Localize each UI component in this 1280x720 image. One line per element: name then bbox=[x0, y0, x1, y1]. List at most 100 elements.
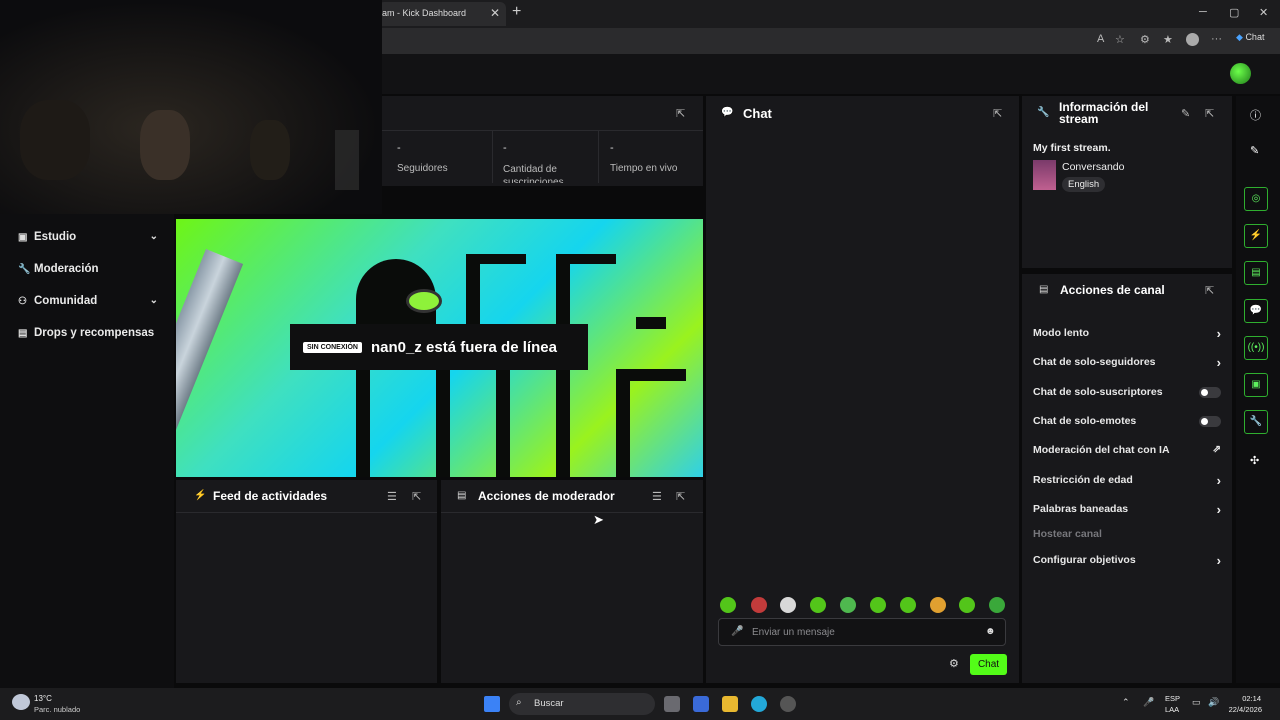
sidebar-item-comunidad[interactable]: ⚇ Comunidad ⌄ bbox=[18, 295, 158, 313]
clipboard-rail-icon[interactable]: ▤ bbox=[1244, 261, 1268, 285]
broadcast-rail-icon[interactable]: ((•)) bbox=[1244, 336, 1268, 360]
tab-title: am - Kick Dashboard bbox=[382, 8, 467, 18]
profile-icon[interactable] bbox=[1186, 33, 1199, 46]
emote-icon[interactable] bbox=[870, 597, 886, 613]
emote-icon[interactable] bbox=[959, 597, 975, 613]
wrench-icon: 🔧 bbox=[1037, 107, 1050, 118]
emote-icon[interactable] bbox=[810, 597, 826, 613]
maximize-button[interactable]: ▢ bbox=[1229, 6, 1239, 19]
browser-tab[interactable]: am - Kick Dashboard bbox=[378, 2, 506, 26]
emote-icon[interactable] bbox=[840, 597, 856, 613]
favorites-icon[interactable]: ★ bbox=[1163, 33, 1173, 46]
send-chat-button[interactable]: Chat bbox=[970, 654, 1007, 675]
emotes-only-row: Chat de solo-emotes bbox=[1033, 415, 1223, 427]
windows-start-icon[interactable] bbox=[484, 696, 500, 712]
info-icon[interactable]: ⓘ bbox=[1250, 107, 1261, 123]
emote-icon[interactable] bbox=[930, 597, 946, 613]
read-aloud-icon[interactable]: A bbox=[1097, 33, 1104, 45]
row-label: Chat de solo-emotes bbox=[1033, 415, 1137, 427]
banned-words-row[interactable]: Palabras baneadas › bbox=[1033, 502, 1223, 517]
volume-icon[interactable]: 🔊 bbox=[1208, 697, 1219, 708]
chevron-right-icon: › bbox=[1216, 355, 1221, 370]
divider bbox=[176, 512, 437, 513]
emote-icon[interactable] bbox=[989, 597, 1005, 613]
age-restriction-row[interactable]: Restricción de edad › bbox=[1033, 473, 1223, 488]
goals-row[interactable]: Configurar objetivos › bbox=[1033, 553, 1223, 568]
microphone-icon[interactable]: 🎤 bbox=[731, 626, 743, 637]
camera-rail-icon[interactable]: ◎ bbox=[1244, 187, 1268, 211]
file-explorer-icon[interactable] bbox=[722, 696, 738, 712]
subs-only-toggle[interactable] bbox=[1199, 387, 1221, 398]
mod-actions-panel bbox=[441, 480, 703, 683]
bolt-rail-icon[interactable]: ⚡ bbox=[1244, 224, 1268, 248]
task-view-icon[interactable] bbox=[664, 696, 680, 712]
lang-code[interactable]: ESP bbox=[1165, 694, 1180, 703]
channel-rail-icon[interactable]: ▣ bbox=[1244, 373, 1268, 397]
sidebar-item-label: Estudio bbox=[34, 231, 77, 243]
network-icon[interactable]: ▭ bbox=[1192, 697, 1201, 708]
webcam-overlay bbox=[0, 0, 382, 214]
sidebar-item-estudio[interactable]: ▣ Estudio ⌄ bbox=[18, 231, 158, 249]
chevron-right-icon: › bbox=[1216, 326, 1221, 341]
chevron-right-icon: › bbox=[1216, 553, 1221, 568]
sidebar-item-moderacion[interactable]: 🔧 Moderación bbox=[18, 263, 158, 281]
popout-icon[interactable]: ⇱ bbox=[676, 490, 685, 503]
settings-gear-icon[interactable]: ⚙ bbox=[949, 657, 959, 670]
filter-icon[interactable]: ☰ bbox=[652, 490, 662, 503]
wrench-rail-icon[interactable]: 🔧 bbox=[1244, 410, 1268, 434]
new-tab-icon[interactable]: + bbox=[512, 3, 521, 21]
taskbar-search[interactable] bbox=[509, 693, 655, 715]
popout-icon[interactable]: ⇱ bbox=[412, 490, 421, 503]
emote-icon[interactable] bbox=[900, 597, 916, 613]
more-menu-icon[interactable]: ··· bbox=[1211, 33, 1222, 45]
pencil-icon[interactable]: ✎ bbox=[1250, 144, 1259, 157]
sidebar-item-drops[interactable]: ▤ Drops y recompensas bbox=[18, 327, 158, 345]
popout-icon[interactable]: ⇱ bbox=[1205, 107, 1214, 120]
copilot-chat-button[interactable]: ◆ Chat bbox=[1236, 32, 1264, 43]
weather-icon[interactable] bbox=[12, 694, 30, 710]
user-avatar[interactable] bbox=[1230, 63, 1251, 84]
edit-pencil-icon[interactable]: ✎ bbox=[1181, 107, 1190, 120]
studio-icon: ▣ bbox=[18, 232, 28, 243]
chevron-up-icon[interactable]: ⌃ bbox=[1122, 697, 1130, 708]
channel-actions-title: Acciones de canal bbox=[1060, 283, 1165, 297]
apps-icon[interactable]: ✣ bbox=[1250, 454, 1259, 467]
emote-icon[interactable] bbox=[751, 597, 767, 613]
followers-only-row[interactable]: Chat de solo-seguidores › bbox=[1033, 355, 1223, 370]
emotes-only-toggle[interactable] bbox=[1199, 416, 1221, 427]
emote-icon[interactable] bbox=[720, 597, 736, 613]
extensions-icon[interactable]: ⚙ bbox=[1140, 33, 1150, 46]
close-window-button[interactable]: ✕ bbox=[1259, 6, 1268, 19]
divider bbox=[382, 130, 703, 131]
store-icon[interactable] bbox=[693, 696, 709, 712]
chat-rail-icon[interactable]: 💬 bbox=[1244, 299, 1268, 323]
filter-icon[interactable]: ☰ bbox=[387, 490, 397, 503]
app-icon[interactable] bbox=[780, 696, 796, 712]
slow-mode-row[interactable]: Modo lento › bbox=[1033, 326, 1223, 341]
divider bbox=[598, 131, 599, 183]
sidebar-item-label: Drops y recompensas bbox=[34, 327, 155, 339]
chat-panel bbox=[706, 96, 1019, 683]
emote-icon[interactable] bbox=[780, 597, 796, 613]
favorite-star-icon[interactable]: ☆ bbox=[1115, 33, 1125, 46]
row-label: Restricción de edad bbox=[1033, 474, 1133, 486]
edge-browser-icon[interactable] bbox=[751, 696, 767, 712]
sidebar-item-label: Comunidad bbox=[34, 295, 98, 307]
wrench-icon: 🔧 bbox=[18, 264, 31, 275]
ai-moderation-row[interactable]: Moderación del chat con IA ⇗ bbox=[1033, 444, 1223, 456]
clock-date: 22/4/2026 bbox=[1228, 705, 1262, 714]
popout-icon[interactable]: ⇱ bbox=[1205, 284, 1214, 297]
feed-title: Feed de actividades bbox=[213, 489, 328, 503]
popout-icon[interactable]: ⇱ bbox=[993, 107, 1002, 120]
microphone-tray-icon[interactable]: 🎤 bbox=[1143, 697, 1154, 708]
channel-icon: ▤ bbox=[1039, 284, 1049, 295]
chart-icon: ▤ bbox=[18, 328, 28, 339]
copilot-icon: ◆ bbox=[1236, 32, 1243, 42]
emoji-icon[interactable]: ☻ bbox=[985, 626, 996, 637]
tab-close-icon[interactable]: ✕ bbox=[490, 6, 500, 20]
popout-icon[interactable]: ⇱ bbox=[676, 107, 685, 120]
clock-time[interactable]: 02:14 bbox=[1231, 694, 1261, 703]
subs-label: Cantidad de suscripciones bbox=[503, 164, 564, 183]
minimize-button[interactable]: ─ bbox=[1199, 6, 1207, 18]
activity-feed-panel bbox=[176, 480, 437, 683]
